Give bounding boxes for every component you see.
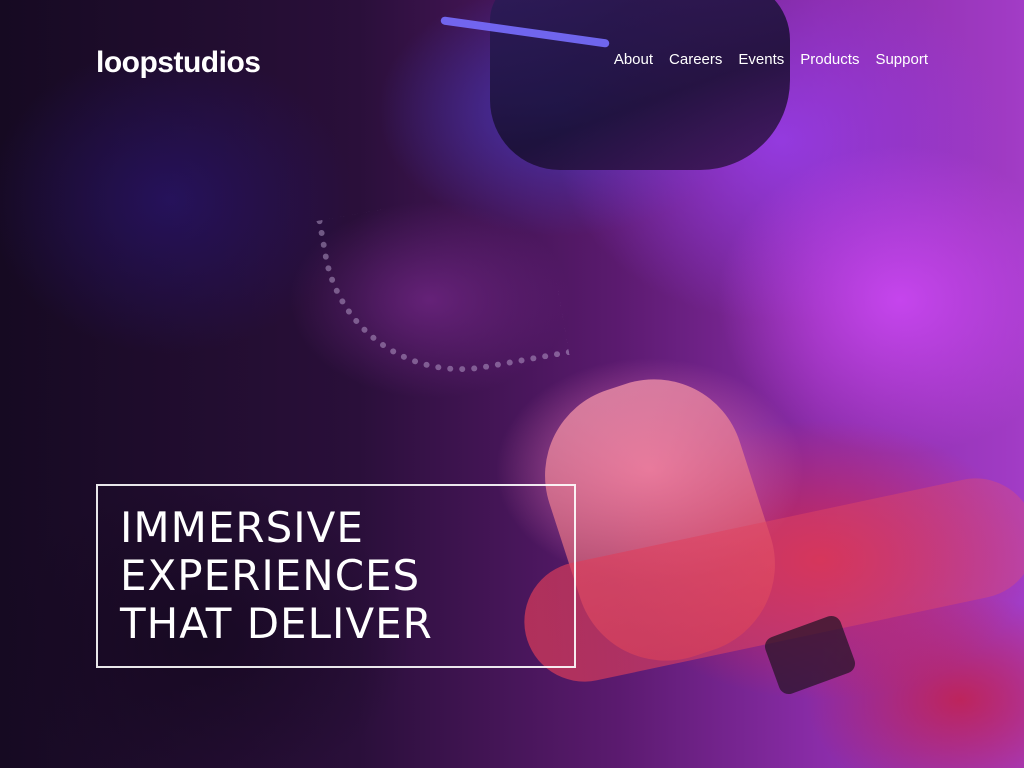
nav-link-events[interactable]: Events <box>738 50 784 70</box>
headline-line-2: EXPERIENCES <box>120 551 421 600</box>
headline-line-1: IMMERSIVE <box>120 503 364 552</box>
main-nav: About Careers Events Products Support <box>614 50 928 70</box>
nav-link-about[interactable]: About <box>614 50 653 70</box>
nav-link-support[interactable]: Support <box>875 50 928 70</box>
site-header: loopstudios About Careers Events Product… <box>96 44 928 84</box>
hero-section: loopstudios About Careers Events Product… <box>0 0 1024 768</box>
loopstudios-logo[interactable]: loopstudios <box>96 44 261 82</box>
hero-headline-box: IMMERSIVE EXPERIENCES THAT DELIVER <box>96 484 576 668</box>
vr-headset-shape <box>490 0 790 170</box>
hero-headline: IMMERSIVE EXPERIENCES THAT DELIVER <box>120 504 433 648</box>
headline-line-3: THAT DELIVER <box>120 599 433 648</box>
nav-link-products[interactable]: Products <box>800 50 859 70</box>
nav-link-careers[interactable]: Careers <box>669 50 722 70</box>
